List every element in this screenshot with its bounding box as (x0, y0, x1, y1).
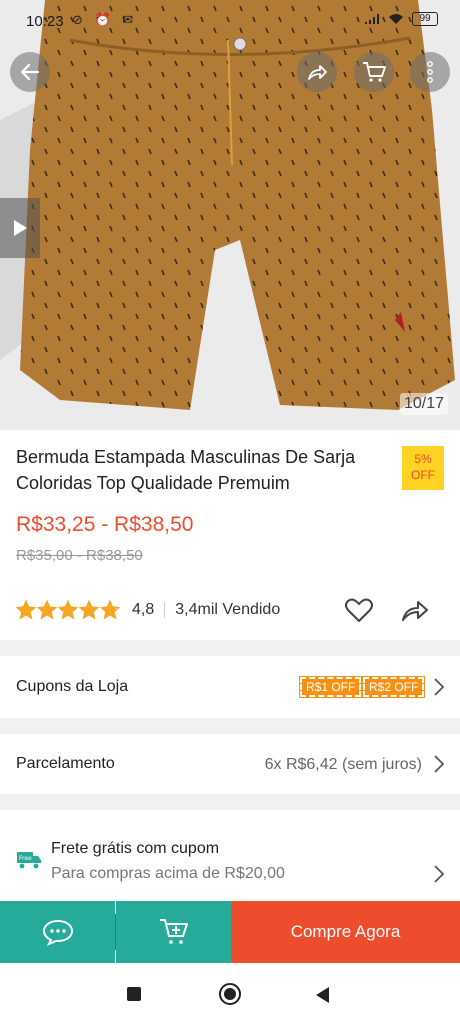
status-bar: 10:23 ⊘ ⏰ ✉ 99 (0, 0, 460, 42)
chat-icon (42, 919, 73, 946)
installment-label: Parcelamento (16, 755, 115, 772)
star-icon (100, 600, 120, 620)
discount-badge: 5% OFF (402, 446, 444, 490)
coupon-badge: R$2 OFF (361, 676, 426, 698)
star-icon (58, 600, 78, 620)
star-icon (79, 600, 99, 620)
shipping-subtitle: Para compras acima de R$20,00 (51, 865, 285, 882)
chevron-right-icon (434, 755, 444, 773)
system-navigation-bar (0, 963, 460, 1024)
system-back-icon[interactable] (316, 987, 329, 1003)
signal-icon (365, 14, 379, 24)
installment-row[interactable]: Parcelamento 6x R$6,42 (sem juros) (0, 734, 460, 794)
more-vertical-icon (427, 61, 433, 83)
price-range: R$33,25 - R$38,50 (16, 513, 194, 536)
wifi-icon (389, 14, 403, 24)
rating-row: 4,8 3,4mil Vendido (16, 595, 444, 625)
divider (164, 602, 166, 618)
discount-off: OFF (411, 468, 435, 482)
status-time: 10:23 (26, 13, 64, 30)
star-icon (37, 600, 57, 620)
installment-value: 6x R$6,42 (sem juros) (264, 756, 422, 773)
more-options-button[interactable] (410, 52, 450, 92)
svg-text:Free: Free (19, 855, 32, 862)
share-button[interactable] (297, 52, 337, 92)
cart-icon (363, 62, 386, 82)
back-arrow-icon (20, 63, 40, 81)
chat-button[interactable] (0, 901, 115, 963)
section-gap (0, 640, 460, 656)
shipping-row[interactable]: Free Frete grátis com cupom Para compras… (0, 810, 460, 901)
back-button[interactable] (10, 52, 50, 92)
status-right: 99 (364, 12, 438, 26)
original-price-range: R$35,00 - R$38,50 (16, 547, 143, 564)
discount-percent: 5% (414, 452, 432, 466)
chevron-right-icon (434, 865, 444, 883)
play-icon (14, 220, 27, 236)
shipping-title: Frete grátis com cupom (51, 840, 220, 857)
bottom-action-bar: Compre Agora (0, 901, 460, 963)
image-counter: 10/17 (399, 393, 448, 415)
recent-apps-icon[interactable] (127, 987, 141, 1001)
battery-icon: 99 (412, 12, 438, 26)
product-info: Bermuda Estampada Masculinas De Sarja Co… (0, 430, 460, 640)
rating-stars (16, 600, 120, 620)
coupon-badge: R$1 OFF (298, 676, 363, 698)
section-gap (0, 718, 460, 734)
product-image[interactable]: 10:23 ⊘ ⏰ ✉ 99 10/17 (0, 0, 460, 430)
star-icon (16, 600, 36, 620)
store-coupons-row[interactable]: Cupons da Loja R$1 OFF R$2 OFF (0, 656, 460, 718)
chevron-right-icon (434, 678, 444, 696)
video-play-button[interactable] (0, 198, 40, 258)
product-title: Bermuda Estampada Masculinas De Sarja Co… (16, 447, 356, 493)
rating-value: 4,8 (132, 601, 155, 618)
store-coupons-label: Cupons da Loja (16, 678, 129, 695)
section-gap (0, 794, 460, 810)
share-icon (308, 65, 327, 80)
home-icon[interactable] (219, 983, 241, 1005)
free-shipping-truck-icon: Free (17, 852, 41, 869)
buy-now-button[interactable]: Compre Agora (231, 901, 460, 963)
favorite-heart-icon[interactable] (344, 595, 374, 625)
notification-icons: ⊘ ⏰ ✉ (72, 12, 138, 27)
add-to-cart-button[interactable] (116, 901, 231, 963)
share-icon[interactable] (400, 595, 430, 625)
sold-count: 3,4mil Vendido (175, 601, 281, 618)
add-to-cart-icon (159, 919, 188, 944)
cart-button[interactable] (354, 52, 394, 92)
